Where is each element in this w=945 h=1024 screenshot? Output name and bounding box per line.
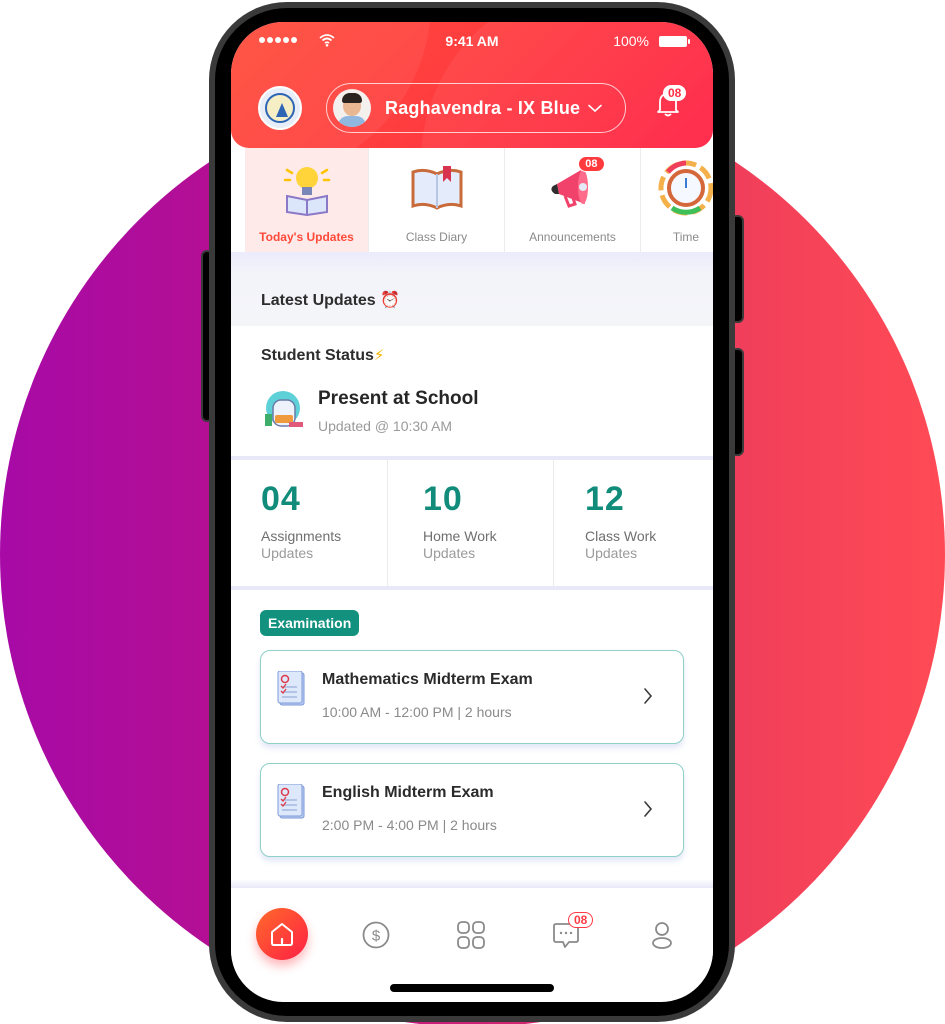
quick-menu-class-diary[interactable]: Class Diary (369, 148, 505, 252)
student-selector[interactable]: Raghavendra - IX Blue (326, 83, 626, 133)
quick-menu-announcements[interactable]: 08 Announcements (505, 148, 641, 252)
quick-menu-timetable[interactable]: Time (641, 148, 713, 252)
classwork-count-card[interactable]: 12 Class Work Updates (554, 460, 713, 586)
phone-screen: 9:41 AM 100% Raghavendra - IX Blue 08 To… (231, 22, 713, 1002)
bottom-tab-bar: $ 08 (231, 888, 713, 978)
homework-count-card[interactable]: 10 Home Work Updates (388, 460, 554, 586)
tab-home[interactable] (256, 908, 308, 960)
examination-badge: Examination (260, 610, 360, 636)
student-status-title: Student Status⚡ (261, 346, 384, 365)
quick-menu-label: Time (672, 230, 700, 244)
count-label-title: Class Work (585, 528, 657, 544)
count-label-sub: Updates (585, 545, 638, 561)
tab-apps[interactable] (446, 910, 496, 960)
count-label: Home Work Updates (423, 528, 497, 562)
megaphone-icon-wrap: 08 (545, 156, 605, 216)
update-counts: 04 Assignments Updates 10 Home Work Update… (231, 460, 713, 586)
count-label: Assignments Updates (261, 528, 341, 562)
count-value: 10 (423, 480, 463, 518)
open-book-icon (411, 166, 462, 210)
exam-time: 2:00 PM - 4:00 PM | 2 hours (322, 817, 497, 833)
section-divider (231, 880, 713, 888)
battery-percent: 100% (613, 33, 649, 49)
messages-badge: 08 (568, 912, 594, 928)
notification-badge: 08 (663, 85, 687, 101)
quick-menu-label: Class Diary (405, 230, 468, 244)
lightning-icon: ⚡ (373, 347, 385, 364)
home-indicator (390, 984, 554, 992)
count-label-sub: Updates (261, 545, 314, 561)
attendance-updated-time: Updated @ 10:30 AM (318, 418, 453, 434)
chevron-right-icon (644, 688, 653, 704)
student-status-title-text: Student Status (261, 347, 374, 364)
quick-menu-label: Announcements (529, 230, 616, 244)
examination-section: Examination Mathematics Midterm Exam 10:… (231, 590, 713, 880)
count-value: 04 (261, 480, 301, 518)
count-label-title: Assignments (261, 528, 342, 544)
tab-fees[interactable]: $ (351, 910, 401, 960)
quick-menu-todays-updates[interactable]: Today's Updates (245, 148, 369, 252)
latest-updates-header: Latest Updates ⏰ (231, 252, 713, 326)
count-label: Class Work Updates (585, 528, 656, 562)
app-header: 9:41 AM 100% Raghavendra - IX Blue 08 (231, 22, 713, 148)
dollar-icon: $ (362, 921, 390, 949)
profile-icon (652, 922, 672, 949)
exam-card[interactable]: Mathematics Midterm Exam 10:00 AM - 12:0… (260, 650, 684, 744)
student-status-card: Student Status⚡ Present at School Update… (231, 326, 713, 456)
count-label-title: Home Work (423, 528, 497, 544)
lightbulb-book-icon (283, 167, 330, 216)
count-value: 12 (585, 480, 625, 518)
exam-title: Mathematics Midterm Exam (322, 671, 533, 688)
student-selector-label: Raghavendra - IX Blue (385, 97, 581, 118)
exam-paper-icon (277, 784, 305, 819)
home-icon (271, 923, 293, 946)
student-avatar (333, 89, 371, 127)
exam-paper-icon (277, 671, 305, 706)
attendance-status: Present at School (318, 388, 479, 409)
quick-menu-label: Today's Updates (259, 230, 354, 244)
exam-title: English Midterm Exam (322, 784, 494, 801)
count-label-sub: Updates (423, 545, 476, 561)
tab-profile[interactable] (637, 910, 687, 960)
school-logo (258, 86, 302, 130)
stage: 9:41 AM 100% Raghavendra - IX Blue 08 To… (0, 0, 945, 1024)
status-bar: 9:41 AM 100% (231, 32, 713, 52)
grid-icon (457, 921, 485, 949)
quick-menu: Today's Updates Class Diary 08 Announcem… (231, 148, 713, 252)
chevron-down-icon (588, 104, 603, 112)
clock-icon (658, 160, 713, 216)
exam-time: 10:00 AM - 12:00 PM | 2 hours (322, 704, 512, 720)
announcements-badge: 08 (578, 156, 605, 172)
exam-card[interactable]: English Midterm Exam 2:00 PM - 4:00 PM |… (260, 763, 684, 857)
battery-icon (659, 36, 690, 47)
svg-text:$: $ (372, 928, 381, 945)
latest-updates-title: Latest Updates ⏰ (261, 292, 401, 309)
assignments-count-card[interactable]: 04 Assignments Updates (231, 460, 388, 586)
school-bag-icon (265, 391, 303, 427)
chevron-right-icon (644, 801, 653, 817)
